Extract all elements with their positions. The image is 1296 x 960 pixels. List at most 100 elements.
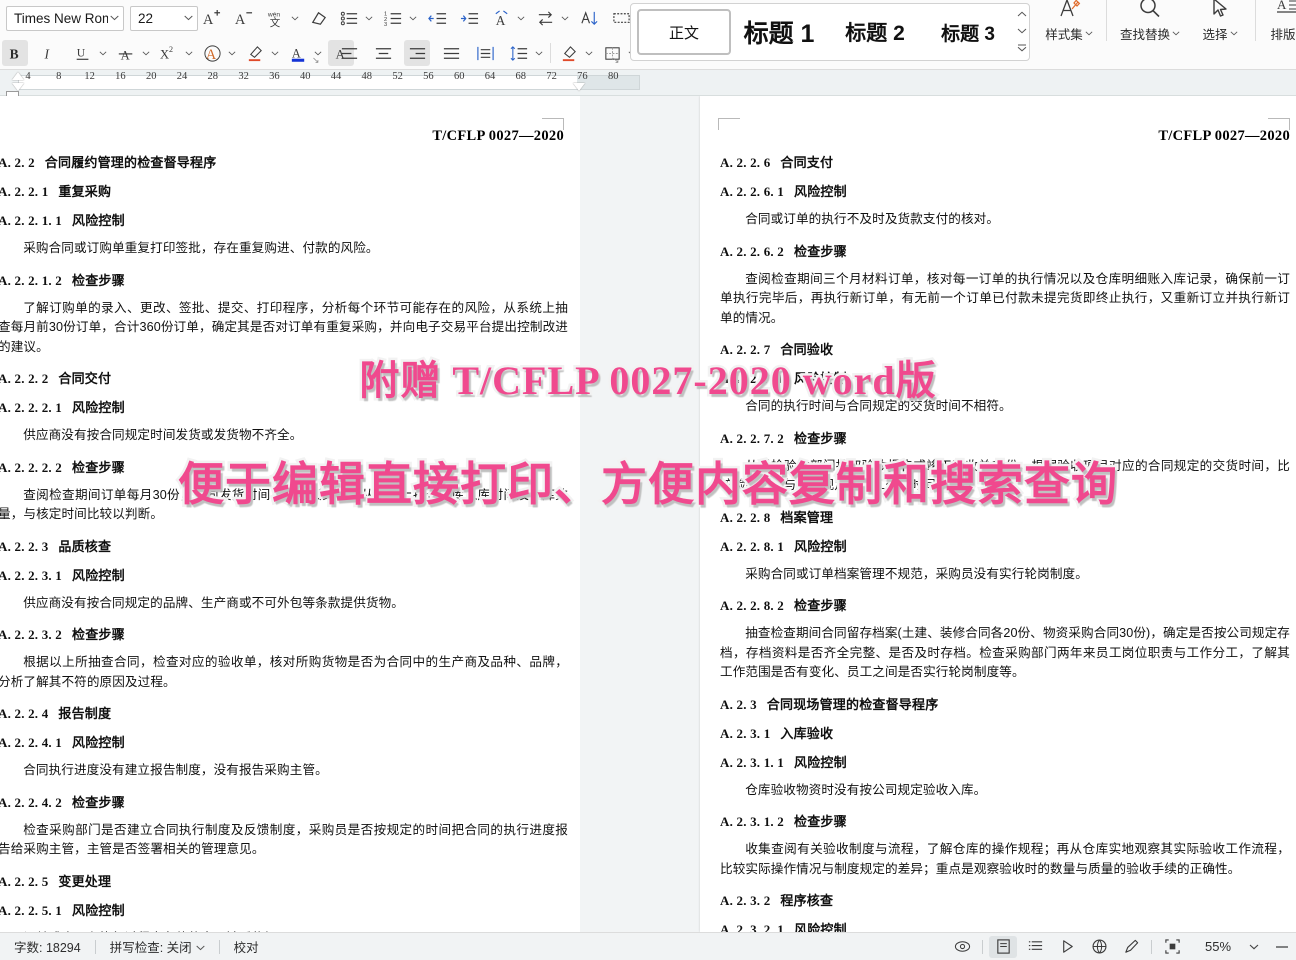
doc-heading: A. 2. 3. 2程序核查	[720, 890, 1290, 909]
select-button[interactable]: 选择	[1189, 0, 1251, 50]
align-justify-icon[interactable]	[438, 40, 464, 66]
scroll-down-icon[interactable]	[1017, 27, 1027, 36]
chevron-down-icon[interactable]	[582, 40, 595, 66]
chevron-down-icon[interactable]	[182, 40, 195, 66]
typesetting-button[interactable]: A 排版	[1260, 0, 1296, 50]
text-effects-icon[interactable]: A	[199, 40, 225, 66]
align-center-icon[interactable]	[370, 40, 396, 66]
font-size-combo[interactable]: 22	[130, 6, 198, 31]
style-gallery-scroller[interactable]	[1015, 6, 1029, 58]
ruler-tick: 76	[577, 71, 588, 82]
horizontal-ruler[interactable]: 48121620242832364044485256606468727680	[0, 70, 1296, 96]
chevron-down-icon[interactable]	[108, 15, 120, 21]
outline-view-icon[interactable]	[1021, 936, 1049, 958]
ribbon-toolbar: Times New Roma 22 A A	[0, 0, 1296, 70]
document-page-right[interactable]: T/CFLP 0027—2020 A. 2. 2. 6合同支付A. 2. 2. …	[700, 96, 1296, 932]
distribute-icon[interactable]	[472, 40, 498, 66]
shrink-font-icon[interactable]: A	[230, 5, 256, 31]
doc-heading-text: 风险控制	[72, 735, 125, 750]
spellcheck-item[interactable]: 拼写检查: 关闭	[96, 936, 219, 958]
bullet-list-icon[interactable]	[336, 5, 362, 31]
style-item-heading1[interactable]: 标题 1	[731, 9, 827, 55]
chevron-down-icon[interactable]	[406, 5, 419, 31]
zoom-out-icon[interactable]	[1268, 936, 1296, 958]
grow-font-icon[interactable]: A	[198, 5, 224, 31]
chevron-down-icon[interactable]	[182, 15, 194, 21]
style-item-heading3[interactable]: 标题 3	[923, 9, 1013, 55]
page-header-right: T/CFLP 0027—2020	[1158, 128, 1290, 145]
chevron-down-icon[interactable]	[532, 40, 545, 66]
asian-layout-icon[interactable]: A	[488, 5, 514, 31]
underline-icon[interactable]: U	[70, 40, 96, 66]
word-count-item[interactable]: 字数: 18294	[0, 936, 95, 958]
web-view-icon[interactable]	[1085, 936, 1113, 958]
increase-indent-icon[interactable]	[456, 5, 482, 31]
chevron-down-icon[interactable]	[96, 40, 109, 66]
ruler-tick: 20	[146, 71, 157, 82]
ruler-tick: 44	[331, 71, 342, 82]
style-gallery[interactable]: 正文 标题 1 标题 2 标题 3	[630, 3, 1030, 61]
italic-icon[interactable]: I	[36, 40, 62, 66]
chevron-down-icon[interactable]	[514, 5, 527, 31]
first-line-indent-marker[interactable]	[12, 72, 24, 80]
read-view-icon[interactable]	[1053, 936, 1081, 958]
chevron-down-icon[interactable]	[225, 40, 238, 66]
line-spacing-icon[interactable]	[506, 40, 532, 66]
shading-icon[interactable]	[556, 40, 582, 66]
scroll-up-icon[interactable]	[1017, 10, 1027, 19]
chevron-down-icon[interactable]	[196, 940, 205, 954]
doc-heading-text: 程序核查	[780, 893, 833, 908]
font-color-icon[interactable]: A	[285, 40, 311, 66]
doc-heading-text: 风险控制	[794, 755, 847, 770]
chevron-down-icon[interactable]	[268, 40, 281, 66]
gallery-expand-icon[interactable]	[1017, 44, 1027, 54]
style-item-normal[interactable]: 正文	[637, 9, 731, 55]
align-left-icon[interactable]	[336, 40, 362, 66]
find-replace-button[interactable]: 查找替换	[1111, 0, 1189, 50]
doc-heading-number: A. 2. 2. 6	[720, 155, 770, 170]
doc-paragraph: 供应商没有按合同规定的品牌、生产商或不可外包等条款提供货物。	[0, 594, 568, 614]
proofread-item[interactable]: 校对	[220, 936, 273, 958]
highlight-icon[interactable]	[242, 40, 268, 66]
svg-text:X: X	[160, 47, 169, 61]
page-view-icon[interactable]	[989, 936, 1017, 958]
chevron-down-icon[interactable]	[288, 5, 301, 31]
style-set-button[interactable]: 样式集	[1036, 0, 1102, 50]
font-name-combo[interactable]: Times New Roma	[6, 6, 124, 31]
document-page-left[interactable]: T/CFLP 0027—2020 A. 2. 2合同履约管理的检查督导程序A. …	[0, 96, 580, 932]
svg-text:文: 文	[269, 16, 280, 28]
writing-tool-icon[interactable]	[1117, 936, 1145, 958]
right-indent-marker[interactable]	[573, 83, 585, 91]
doc-heading-number: A. 2. 2. 2. 1	[0, 400, 62, 415]
chevron-down-icon[interactable]	[362, 5, 375, 31]
doc-heading-text: 风险控制	[72, 213, 125, 228]
chevron-down-icon[interactable]	[139, 40, 152, 66]
pinyin-guide-icon[interactable]: wén文	[262, 5, 288, 31]
doc-heading-text: 检查步骤	[794, 431, 847, 446]
strikethrough-icon[interactable]: A	[113, 40, 139, 66]
doc-heading-number: A. 2. 2. 8	[720, 510, 770, 525]
zoom-level-label[interactable]: 55%	[1196, 939, 1240, 954]
style-item-heading2[interactable]: 标题 2	[827, 9, 923, 55]
chevron-down-icon[interactable]	[311, 40, 324, 66]
text-direction-icon[interactable]	[532, 5, 558, 31]
superscript-icon[interactable]: X2	[156, 40, 182, 66]
align-right-icon[interactable]	[404, 40, 430, 66]
svg-text:3: 3	[384, 22, 387, 28]
numbered-list-icon[interactable]: 1 2 3	[380, 5, 406, 31]
eye-icon[interactable]	[948, 936, 976, 958]
paragraph-dialog-launcher-icon[interactable]: ↘	[612, 55, 620, 66]
doc-heading: A. 2. 2. 3. 2检查步骤	[0, 624, 568, 643]
bold-icon[interactable]: B	[2, 40, 28, 66]
clear-format-icon[interactable]	[305, 5, 331, 31]
hanging-indent-marker[interactable]	[12, 83, 24, 91]
doc-paragraph: 合同的执行时间与合同规定的交货时间不相符。	[720, 397, 1290, 417]
chevron-down-icon[interactable]	[558, 5, 571, 31]
find-replace-label: 查找替换	[1120, 24, 1170, 43]
sort-icon[interactable]	[576, 5, 602, 31]
document-canvas[interactable]: T/CFLP 0027—2020 A. 2. 2合同履约管理的检查督导程序A. …	[0, 96, 1296, 932]
decrease-indent-icon[interactable]	[424, 5, 450, 31]
fit-page-icon[interactable]	[1158, 936, 1186, 958]
chevron-down-icon[interactable]	[1240, 936, 1268, 958]
ruler-tick: 16	[115, 71, 126, 82]
